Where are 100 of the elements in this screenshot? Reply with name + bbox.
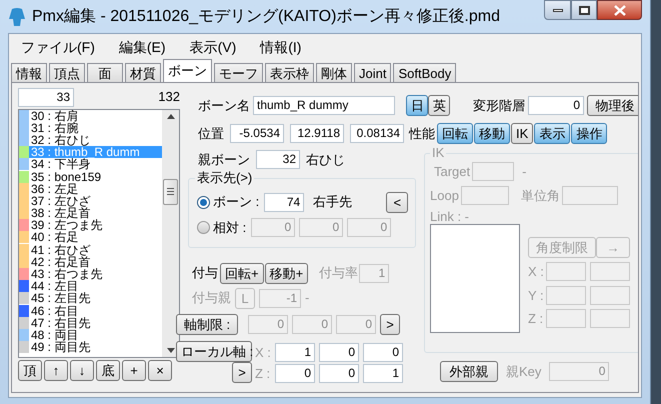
list-button[interactable]: ↓	[70, 360, 94, 380]
bone-name-field[interactable]: thumb_R dummy	[253, 96, 395, 115]
minimize-button[interactable]	[544, 0, 571, 20]
local-axis-field[interactable]: 1	[363, 364, 403, 384]
field-label: Loop	[430, 186, 459, 205]
language-button[interactable]: 日	[406, 95, 428, 116]
external-parent-button[interactable]: 外部親	[440, 361, 498, 382]
field-label: 変形階層	[473, 96, 525, 115]
bone-list-item[interactable]: 40 : 右足	[19, 231, 162, 244]
scroll-up-icon[interactable]	[166, 114, 174, 118]
menu-item[interactable]: 表示(V)	[190, 36, 236, 58]
list-button[interactable]: ×	[148, 360, 172, 380]
field-label: Link : -	[430, 209, 470, 224]
list-button[interactable]: 頂	[18, 360, 42, 380]
tab[interactable]: 頂点	[49, 63, 85, 82]
position-field[interactable]: 0.08134	[350, 124, 404, 143]
field-label: Target	[434, 163, 470, 181]
scrollbar[interactable]	[162, 110, 179, 356]
deform-layer-field[interactable]: 0	[528, 96, 584, 115]
axis-label: Z :	[255, 365, 271, 383]
field-label: 位置	[198, 124, 224, 143]
bone-list-item[interactable]: 46 : 右目	[19, 304, 162, 317]
list-button[interactable]: 底	[96, 360, 120, 380]
axis-label: Z :	[528, 310, 542, 328]
tab[interactable]: Joint	[354, 63, 392, 82]
bone-list-item[interactable]: 47 : 右目先	[19, 316, 162, 329]
position-field[interactable]: -5.0534	[230, 124, 284, 143]
tab[interactable]: モーフ	[214, 63, 263, 82]
toggle-button[interactable]: IK	[511, 123, 534, 144]
axis-label: Y :	[528, 286, 542, 304]
bone-list-item[interactable]: 36 : 左足	[19, 182, 162, 195]
field-label: ボーン名	[198, 96, 250, 115]
tab[interactable]: 面	[87, 63, 123, 82]
bone-list-item[interactable]: 48 : 両目	[19, 328, 162, 342]
bone-list-item[interactable]: 34 : 下半身	[19, 158, 162, 170]
grant-parent-name: -	[305, 289, 310, 308]
field-label: ボーン :	[213, 193, 260, 212]
tab[interactable]: 剛体	[316, 63, 352, 82]
bone-list-item[interactable]: 37 : 左ひざ	[19, 194, 162, 207]
language-button[interactable]: 英	[428, 95, 450, 116]
bone-list-item[interactable]: 44 : 左目	[19, 280, 162, 292]
tab[interactable]: 表示枠	[265, 63, 314, 82]
local-axis-field[interactable]: 0	[319, 364, 359, 384]
toggle-button[interactable]: 表示	[534, 123, 570, 144]
bone-list-item[interactable]: 30 : 右肩	[19, 110, 162, 122]
bone-list-item[interactable]: 38 : 左足首	[19, 207, 162, 220]
list-button[interactable]: +	[122, 360, 146, 380]
menu-item[interactable]: ファイル(F)	[21, 36, 95, 58]
menu-item[interactable]: 編集(E)	[118, 36, 166, 58]
bone-list-item[interactable]: 41 : 右ひざ	[19, 244, 162, 256]
local-axis-button[interactable]: ローカル軸 :	[176, 340, 252, 362]
bone-list-item[interactable]: 32 : 右ひじ	[19, 134, 162, 146]
radio-button[interactable]	[197, 196, 210, 208]
field-label: 単位角	[520, 186, 560, 204]
window-title: Pmx編集 - 201511026_モデリング(KAITO)ボーン再々修正後.pmd	[32, 6, 501, 26]
tab[interactable]: ボーン	[163, 59, 212, 82]
parent-bone-field[interactable]: 32	[256, 150, 300, 170]
close-button[interactable]	[597, 0, 642, 20]
local-axis-field[interactable]: 0	[363, 342, 403, 362]
bone-list-item[interactable]: 31 : 右腕	[19, 122, 162, 134]
index-field[interactable]: 33	[18, 88, 74, 106]
field-label: 付与率	[319, 264, 358, 282]
toggle-button[interactable]: 回転	[437, 123, 473, 144]
field-label: 親ボーン	[198, 151, 250, 169]
arrow-button[interactable]: >	[380, 314, 400, 334]
arrow-button[interactable]: >	[232, 362, 252, 382]
scroll-down-icon[interactable]	[166, 348, 174, 352]
local-axis-field[interactable]: 0	[275, 364, 315, 384]
field-label: 付与親	[192, 289, 231, 308]
local-axis-field[interactable]: 1	[275, 342, 315, 362]
bone-count: 132	[158, 88, 180, 106]
axis-label: X :	[255, 344, 271, 362]
bone-list-item[interactable]: 42 : 右足首	[19, 256, 162, 268]
scroll-thumb[interactable]	[163, 178, 178, 204]
tab[interactable]: SoftBody	[393, 63, 456, 82]
bone-list-item[interactable]: 45 : 左目先	[19, 292, 162, 304]
group-title: 表示先(>)	[195, 170, 254, 186]
tab[interactable]: 情報	[11, 63, 47, 82]
menu-item[interactable]: 情報(I)	[260, 36, 302, 58]
radio-button[interactable]	[197, 220, 210, 234]
parent-bone-name: 右ひじ	[306, 151, 345, 169]
position-field[interactable]: 12.9118	[290, 124, 344, 143]
arrow-button[interactable]: <	[386, 192, 408, 212]
maximize-button[interactable]	[571, 0, 597, 20]
bone-list-item[interactable]: 43 : 右つま先	[19, 268, 162, 280]
close-icon	[614, 4, 626, 16]
field-label: 付与	[192, 264, 218, 282]
toggle-button[interactable]: 操作	[571, 123, 608, 144]
toggle-button[interactable]: 移動	[474, 123, 510, 144]
list-button[interactable]: ↑	[44, 360, 68, 380]
bone-list-item[interactable]: 35 : bone159	[19, 170, 162, 183]
axis-limit-button[interactable]: 軸制限 :	[176, 314, 238, 334]
app-icon	[8, 6, 26, 26]
after-physics-button[interactable]: 物理後	[587, 95, 638, 116]
bone-list-item[interactable]: 39 : 左つま先	[19, 219, 162, 232]
tab[interactable]: 材質	[125, 63, 161, 82]
target-name: -	[522, 163, 526, 181]
target-bone-field[interactable]: 74	[264, 192, 304, 212]
bone-list-item[interactable]: 49 : 両目先	[19, 341, 162, 354]
local-axis-field[interactable]: 0	[319, 342, 359, 362]
